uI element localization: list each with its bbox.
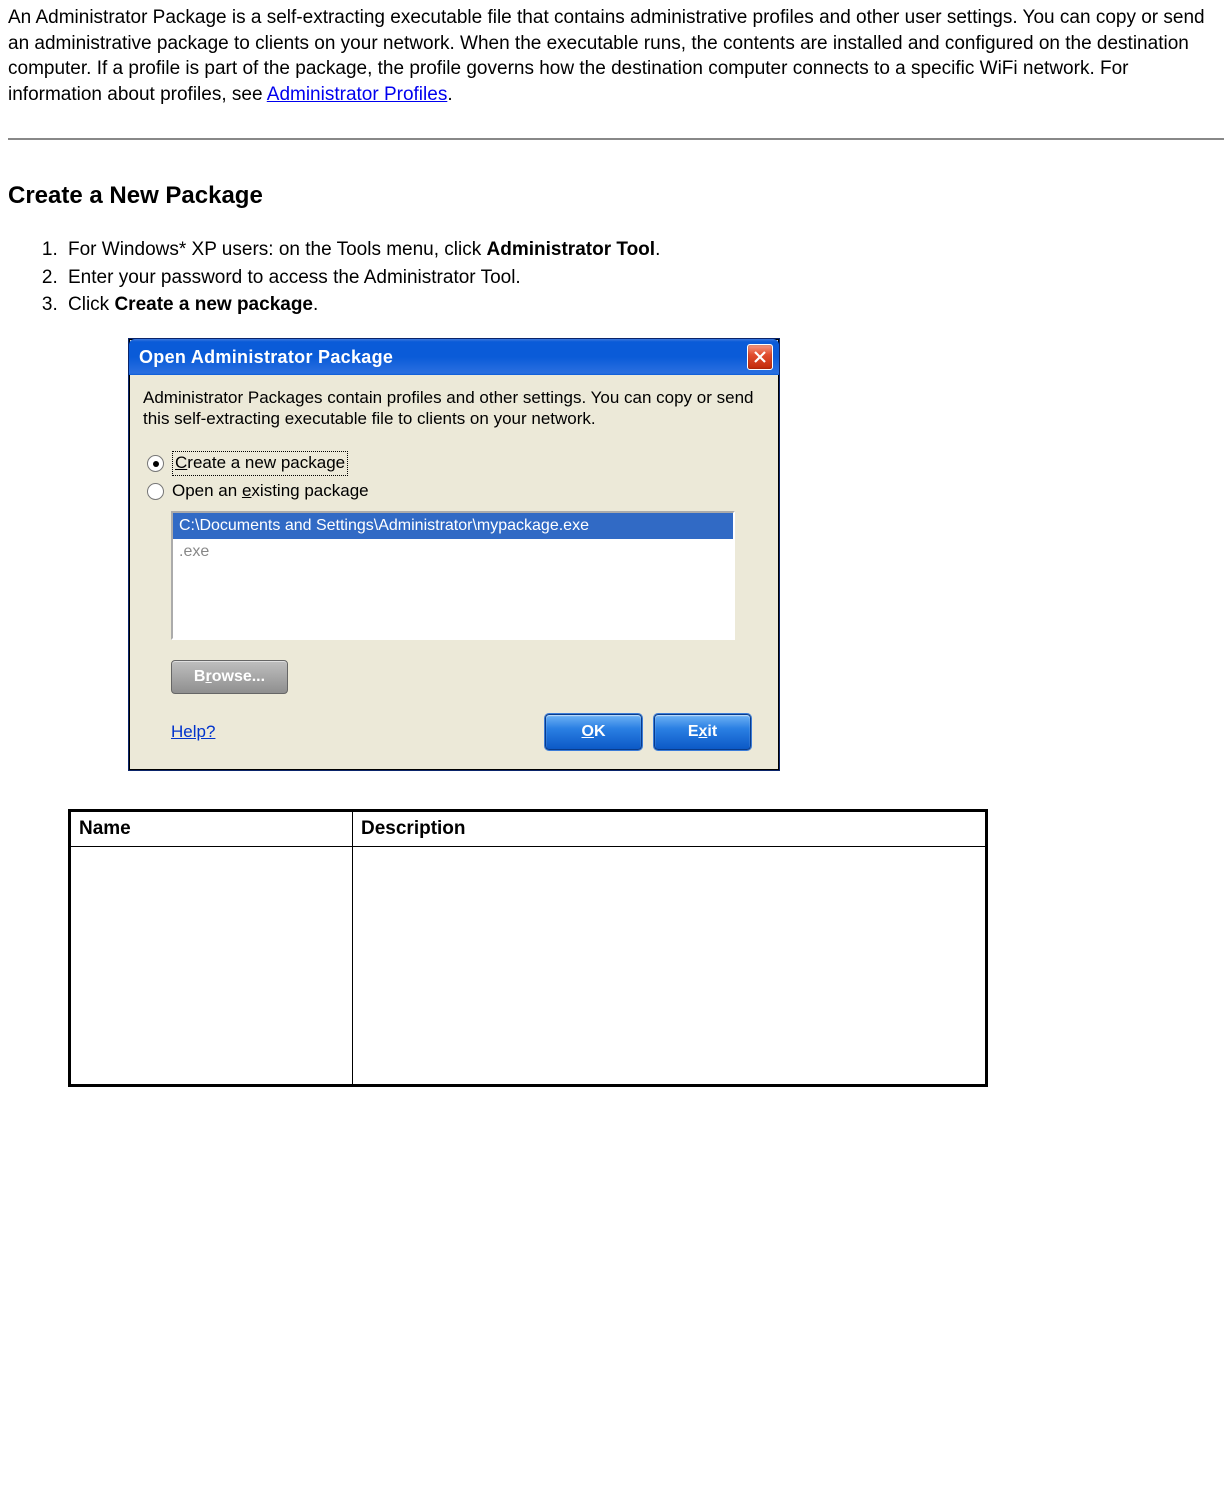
step-text: For Windows* XP users: on the Tools menu… — [68, 239, 487, 260]
hotkey: x — [698, 721, 707, 743]
radio-icon — [147, 483, 164, 500]
table-row — [70, 846, 987, 1085]
open-administrator-package-dialog: Open Administrator Package Administrator… — [128, 338, 780, 771]
hotkey: C — [175, 453, 187, 472]
table-header-row: Name Description — [70, 811, 987, 847]
hotkey: O — [581, 721, 593, 743]
step-text: . — [313, 294, 318, 315]
dialog-titlebar: Open Administrator Package — [129, 339, 779, 375]
table-cell — [353, 846, 987, 1085]
step-text: Click — [68, 294, 114, 315]
dialog-description: Administrator Packages contain profiles … — [143, 387, 765, 430]
dialog-footer: Help? OK Exit — [143, 694, 765, 756]
intro-paragraph: An Administrator Package is a self-extra… — [8, 5, 1224, 108]
radio-label: Open an existing package — [172, 480, 369, 503]
dialog-body: Administrator Packages contain profiles … — [129, 375, 779, 770]
list-item[interactable]: .exe — [173, 539, 733, 565]
exit-button[interactable]: Exit — [654, 714, 751, 750]
section-heading: Create a New Package — [8, 180, 1224, 212]
step-text: . — [655, 239, 660, 260]
label-rest: K — [594, 721, 606, 743]
description-table: Name Description — [68, 809, 988, 1087]
steps-list: For Windows* XP users: on the Tools menu… — [8, 237, 1224, 318]
radio-label: Create a new package — [172, 451, 348, 476]
label-pre: E — [688, 721, 699, 743]
label-rest: reate a new package — [187, 453, 345, 472]
divider — [8, 138, 1224, 140]
package-listbox[interactable]: C:\Documents and Settings\Administrator\… — [171, 511, 735, 640]
step-item: For Windows* XP users: on the Tools menu… — [63, 237, 1224, 263]
table-cell — [70, 846, 353, 1085]
help-link[interactable]: Help? — [171, 721, 215, 744]
label-pre: B — [194, 666, 206, 688]
button-group: OK Exit — [545, 714, 751, 750]
list-item[interactable]: C:\Documents and Settings\Administrator\… — [173, 513, 733, 539]
description-table-wrap: Name Description — [68, 809, 1224, 1087]
label-post: owse... — [212, 666, 265, 688]
radio-icon — [147, 455, 164, 472]
label-pre: Open an — [172, 481, 242, 500]
label-post: it — [707, 721, 717, 743]
ok-button[interactable]: OK — [545, 714, 642, 750]
table-header-description: Description — [353, 811, 987, 847]
close-icon[interactable] — [747, 344, 773, 370]
intro-text-end: . — [447, 84, 452, 105]
step-bold: Create a new package — [114, 294, 313, 315]
step-item: Enter your password to access the Admini… — [63, 265, 1224, 291]
table-header-name: Name — [70, 811, 353, 847]
radio-open-existing-package[interactable]: Open an existing package — [147, 480, 765, 503]
step-bold: Administrator Tool — [487, 239, 656, 260]
label-post: xisting package — [251, 481, 368, 500]
dialog-title: Open Administrator Package — [139, 345, 393, 369]
radio-create-new-package[interactable]: Create a new package — [147, 451, 765, 476]
administrator-profiles-link[interactable]: Administrator Profiles — [267, 84, 448, 105]
step-item: Click Create a new package. — [63, 292, 1224, 318]
intro-text: An Administrator Package is a self-extra… — [8, 7, 1205, 105]
browse-button[interactable]: Browse... — [171, 660, 288, 694]
dialog-screenshot: Open Administrator Package Administrator… — [128, 338, 1224, 771]
hotkey: e — [242, 481, 251, 500]
